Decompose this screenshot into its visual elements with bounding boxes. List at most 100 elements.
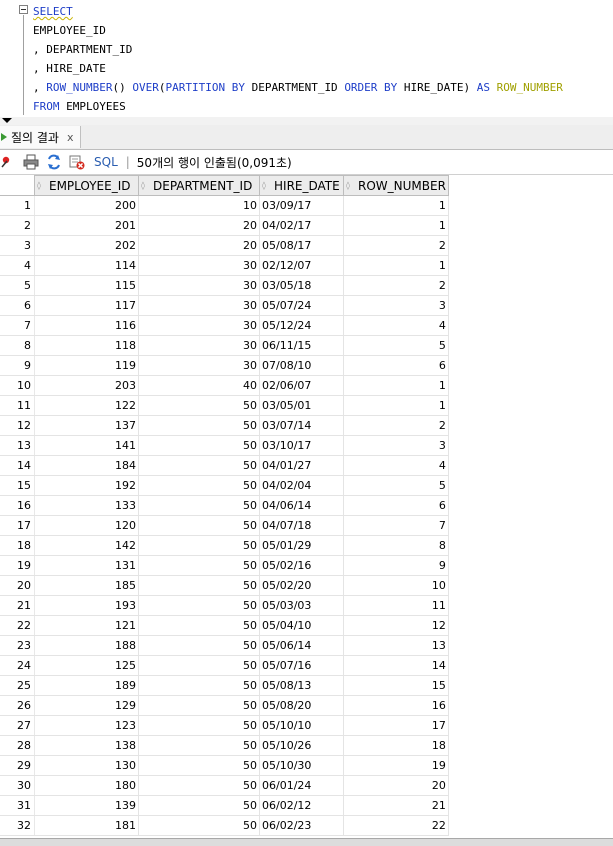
row-number-value-cell[interactable]: 9 bbox=[343, 555, 449, 576]
table-row[interactable]: 25 189 50 05/08/13 15 bbox=[0, 675, 449, 696]
sort-icon[interactable]: ◊ bbox=[262, 182, 271, 190]
hire-date-cell[interactable]: 07/08/10 bbox=[259, 355, 344, 376]
print-icon[interactable] bbox=[23, 154, 39, 170]
department-id-cell[interactable]: 50 bbox=[138, 475, 260, 496]
row-number-value-cell[interactable]: 20 bbox=[343, 775, 449, 796]
department-id-cell[interactable]: 50 bbox=[138, 695, 260, 716]
table-row[interactable]: 22 121 50 05/04/10 12 bbox=[0, 615, 449, 636]
pin-icon[interactable] bbox=[0, 154, 16, 170]
department-id-cell[interactable]: 50 bbox=[138, 435, 260, 456]
hire-date-cell[interactable]: 05/06/14 bbox=[259, 635, 344, 656]
employee-id-cell[interactable]: 141 bbox=[34, 435, 139, 456]
code-line[interactable]: , ROW_NUMBER() OVER(PARTITION BY DEPARTM… bbox=[33, 78, 563, 97]
row-number-value-cell[interactable]: 4 bbox=[343, 455, 449, 476]
employee-id-cell[interactable]: 137 bbox=[34, 415, 139, 436]
employee-id-cell[interactable]: 129 bbox=[34, 695, 139, 716]
code-line[interactable]: FROM EMPLOYEES bbox=[33, 97, 563, 116]
column-header-row-number[interactable]: ◊ ROW_NUMBER bbox=[343, 175, 449, 196]
row-number-value-cell[interactable]: 1 bbox=[343, 195, 449, 216]
department-id-cell[interactable]: 30 bbox=[138, 355, 260, 376]
hire-date-cell[interactable]: 06/01/24 bbox=[259, 775, 344, 796]
sql-code[interactable]: SELECT EMPLOYEE_ID, DEPARTMENT_ID, HIRE_D… bbox=[33, 2, 563, 116]
hire-date-cell[interactable]: 05/01/29 bbox=[259, 535, 344, 556]
row-number-value-cell[interactable]: 21 bbox=[343, 795, 449, 816]
department-id-cell[interactable]: 50 bbox=[138, 615, 260, 636]
department-id-cell[interactable]: 50 bbox=[138, 755, 260, 776]
employee-id-cell[interactable]: 188 bbox=[34, 635, 139, 656]
employee-id-cell[interactable]: 203 bbox=[34, 375, 139, 396]
employee-id-cell[interactable]: 130 bbox=[34, 755, 139, 776]
code-line[interactable]: SELECT bbox=[33, 2, 563, 21]
employee-id-cell[interactable]: 125 bbox=[34, 655, 139, 676]
row-number-value-cell[interactable]: 2 bbox=[343, 235, 449, 256]
table-row[interactable]: 4 114 30 02/12/07 1 bbox=[0, 255, 449, 276]
department-id-cell[interactable]: 50 bbox=[138, 595, 260, 616]
employee-id-cell[interactable]: 202 bbox=[34, 235, 139, 256]
row-number-value-cell[interactable]: 18 bbox=[343, 735, 449, 756]
results-grid[interactable]: ◊ EMPLOYEE_ID ◊ DEPARTMENT_ID ◊ HIRE_DATE ◊… bbox=[0, 175, 613, 836]
table-row[interactable]: 2 201 20 04/02/17 1 bbox=[0, 215, 449, 236]
hire-date-cell[interactable]: 04/02/17 bbox=[259, 215, 344, 236]
sort-icon[interactable]: ◊ bbox=[37, 182, 46, 190]
row-number-value-cell[interactable]: 1 bbox=[343, 375, 449, 396]
row-number-value-cell[interactable]: 8 bbox=[343, 535, 449, 556]
table-row[interactable]: 24 125 50 05/07/16 14 bbox=[0, 655, 449, 676]
table-row[interactable]: 9 119 30 07/08/10 6 bbox=[0, 355, 449, 376]
department-id-cell[interactable]: 50 bbox=[138, 455, 260, 476]
sort-icon[interactable]: ◊ bbox=[346, 182, 355, 190]
hire-date-cell[interactable]: 05/02/20 bbox=[259, 575, 344, 596]
employee-id-cell[interactable]: 180 bbox=[34, 775, 139, 796]
employee-id-cell[interactable]: 118 bbox=[34, 335, 139, 356]
table-row[interactable]: 11 122 50 03/05/01 1 bbox=[0, 395, 449, 416]
hire-date-cell[interactable]: 03/10/17 bbox=[259, 435, 344, 456]
department-id-cell[interactable]: 40 bbox=[138, 375, 260, 396]
row-number-value-cell[interactable]: 2 bbox=[343, 275, 449, 296]
table-row[interactable]: 16 133 50 04/06/14 6 bbox=[0, 495, 449, 516]
hire-date-cell[interactable]: 05/07/16 bbox=[259, 655, 344, 676]
table-row[interactable]: 15 192 50 04/02/04 5 bbox=[0, 475, 449, 496]
table-row[interactable]: 1 200 10 03/09/17 1 bbox=[0, 195, 449, 216]
hire-date-cell[interactable]: 02/06/07 bbox=[259, 375, 344, 396]
hire-date-cell[interactable]: 05/12/24 bbox=[259, 315, 344, 336]
department-id-cell[interactable]: 30 bbox=[138, 295, 260, 316]
department-id-cell[interactable]: 50 bbox=[138, 495, 260, 516]
row-number-value-cell[interactable]: 6 bbox=[343, 495, 449, 516]
table-row[interactable]: 23 188 50 05/06/14 13 bbox=[0, 635, 449, 656]
employee-id-cell[interactable]: 131 bbox=[34, 555, 139, 576]
employee-id-cell[interactable]: 185 bbox=[34, 575, 139, 596]
department-id-cell[interactable]: 50 bbox=[138, 515, 260, 536]
employee-id-cell[interactable]: 181 bbox=[34, 815, 139, 836]
hire-date-cell[interactable]: 03/05/01 bbox=[259, 395, 344, 416]
column-header-department-id[interactable]: ◊ DEPARTMENT_ID bbox=[138, 175, 260, 196]
hire-date-cell[interactable]: 05/02/16 bbox=[259, 555, 344, 576]
hire-date-cell[interactable]: 04/06/14 bbox=[259, 495, 344, 516]
table-row[interactable]: 12 137 50 03/07/14 2 bbox=[0, 415, 449, 436]
employee-id-cell[interactable]: 138 bbox=[34, 735, 139, 756]
row-number-value-cell[interactable]: 7 bbox=[343, 515, 449, 536]
hire-date-cell[interactable]: 06/02/23 bbox=[259, 815, 344, 836]
row-number-value-cell[interactable]: 10 bbox=[343, 575, 449, 596]
employee-id-cell[interactable]: 119 bbox=[34, 355, 139, 376]
employee-id-cell[interactable]: 184 bbox=[34, 455, 139, 476]
employee-id-cell[interactable]: 142 bbox=[34, 535, 139, 556]
row-number-value-cell[interactable]: 19 bbox=[343, 755, 449, 776]
employee-id-cell[interactable]: 133 bbox=[34, 495, 139, 516]
row-number-value-cell[interactable]: 4 bbox=[343, 315, 449, 336]
department-id-cell[interactable]: 50 bbox=[138, 395, 260, 416]
hire-date-cell[interactable]: 05/10/26 bbox=[259, 735, 344, 756]
table-row[interactable]: 17 120 50 04/07/18 7 bbox=[0, 515, 449, 536]
refresh-icon[interactable] bbox=[46, 154, 62, 170]
hire-date-cell[interactable]: 05/07/24 bbox=[259, 295, 344, 316]
employee-id-cell[interactable]: 117 bbox=[34, 295, 139, 316]
code-line[interactable]: , HIRE_DATE bbox=[33, 59, 563, 78]
row-number-value-cell[interactable]: 13 bbox=[343, 635, 449, 656]
row-number-value-cell[interactable]: 22 bbox=[343, 815, 449, 836]
close-icon[interactable]: x bbox=[67, 131, 74, 144]
hire-date-cell[interactable]: 03/07/14 bbox=[259, 415, 344, 436]
table-row[interactable]: 13 141 50 03/10/17 3 bbox=[0, 435, 449, 456]
department-id-cell[interactable]: 20 bbox=[138, 235, 260, 256]
table-row[interactable]: 18 142 50 05/01/29 8 bbox=[0, 535, 449, 556]
department-id-cell[interactable]: 50 bbox=[138, 575, 260, 596]
employee-id-cell[interactable]: 114 bbox=[34, 255, 139, 276]
row-number-value-cell[interactable]: 3 bbox=[343, 435, 449, 456]
